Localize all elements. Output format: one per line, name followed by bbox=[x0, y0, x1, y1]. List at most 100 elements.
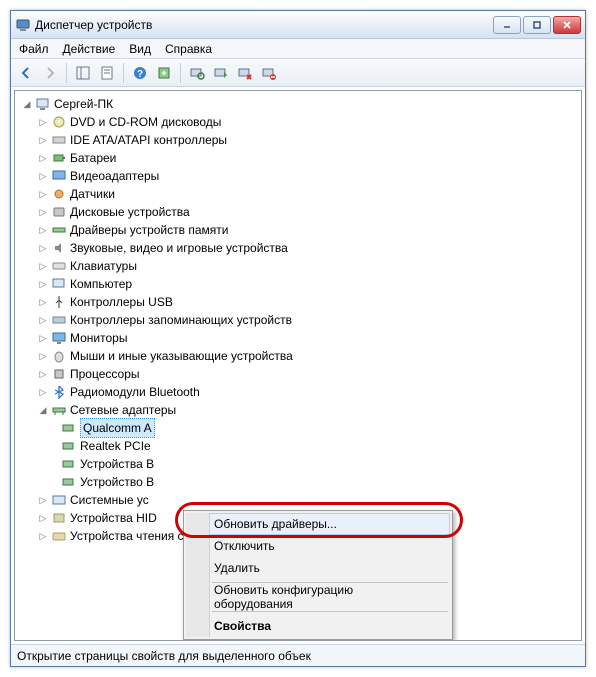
expand-icon[interactable]: ▷ bbox=[35, 528, 51, 544]
device-tree[interactable]: ◢ Сергей-ПК ▷DVD и CD-ROM дисководы ▷IDE… bbox=[14, 90, 582, 641]
tree-root[interactable]: ◢ Сергей-ПК bbox=[15, 95, 581, 113]
menu-action[interactable]: Действие bbox=[63, 42, 116, 56]
ctx-scan-hardware[interactable]: Обновить конфигурацию оборудования bbox=[186, 586, 450, 608]
disable-button[interactable] bbox=[258, 62, 280, 84]
statusbar: Открытие страницы свойств для выделенног… bbox=[11, 644, 585, 666]
svg-text:?: ? bbox=[137, 69, 143, 80]
tree-cat-memdrv[interactable]: ▷Драйверы устройств памяти bbox=[15, 221, 581, 239]
expand-icon[interactable]: ▷ bbox=[35, 150, 51, 166]
collapse-icon[interactable]: ◢ bbox=[19, 96, 35, 112]
expand-icon[interactable]: ▷ bbox=[35, 330, 51, 346]
keyboard-icon bbox=[51, 258, 67, 274]
tree-device-bt2[interactable]: Устройство B bbox=[15, 473, 581, 491]
tree-cat-mouse[interactable]: ▷Мыши и иные указывающие устройства bbox=[15, 347, 581, 365]
tree-cat-monitor[interactable]: ▷Мониторы bbox=[15, 329, 581, 347]
mouse-icon bbox=[51, 348, 67, 364]
tree-cat-disk[interactable]: ▷Дисковые устройства bbox=[15, 203, 581, 221]
tree-cat-battery[interactable]: ▷Батареи bbox=[15, 149, 581, 167]
tree-device-bt1[interactable]: Устройства B bbox=[15, 455, 581, 473]
expand-icon[interactable]: ▷ bbox=[35, 240, 51, 256]
ctx-disable[interactable]: Отключить bbox=[186, 535, 450, 557]
minimize-button[interactable] bbox=[493, 16, 521, 34]
usb-icon bbox=[51, 294, 67, 310]
ctx-update-driver[interactable]: Обновить драйверы... bbox=[186, 513, 450, 535]
context-menu: Обновить драйверы... Отключить Удалить О… bbox=[183, 510, 453, 640]
computer-icon bbox=[51, 276, 67, 292]
display-icon bbox=[51, 168, 67, 184]
expand-icon[interactable]: ▷ bbox=[35, 384, 51, 400]
dvd-icon bbox=[51, 114, 67, 130]
help-button[interactable]: ? bbox=[129, 62, 151, 84]
expand-icon[interactable]: ▷ bbox=[35, 492, 51, 508]
tree-cat-dvd[interactable]: ▷DVD и CD-ROM дисководы bbox=[15, 113, 581, 131]
collapse-icon[interactable]: ◢ bbox=[35, 402, 51, 418]
app-icon bbox=[15, 17, 31, 33]
system-icon bbox=[51, 492, 67, 508]
tree-cat-sensors[interactable]: ▷Датчики bbox=[15, 185, 581, 203]
toolbar: ? bbox=[11, 59, 585, 87]
expand-icon[interactable]: ▷ bbox=[35, 312, 51, 328]
storage-icon bbox=[51, 312, 67, 328]
back-button[interactable] bbox=[15, 62, 37, 84]
hid-icon bbox=[51, 510, 67, 526]
expand-icon[interactable]: ▷ bbox=[35, 258, 51, 274]
show-hide-tree-button[interactable] bbox=[72, 62, 94, 84]
tree-cat-storage[interactable]: ▷Контроллеры запоминающих устройств bbox=[15, 311, 581, 329]
smartcard-icon bbox=[51, 528, 67, 544]
expand-icon[interactable]: ▷ bbox=[35, 222, 51, 238]
tree-cat-ide[interactable]: ▷IDE ATA/ATAPI контроллеры bbox=[15, 131, 581, 149]
network-adapter-icon bbox=[61, 474, 77, 490]
expand-icon[interactable]: ▷ bbox=[35, 276, 51, 292]
network-icon bbox=[51, 402, 67, 418]
tree-cat-computer[interactable]: ▷Компьютер bbox=[15, 275, 581, 293]
titlebar[interactable]: Диспетчер устройств bbox=[11, 11, 585, 39]
network-adapter-icon bbox=[61, 456, 77, 472]
status-text: Открытие страницы свойств для выделенног… bbox=[17, 649, 311, 663]
close-button[interactable] bbox=[553, 16, 581, 34]
bluetooth-icon bbox=[51, 384, 67, 400]
sensor-icon bbox=[51, 186, 67, 202]
network-adapter-icon bbox=[61, 438, 77, 454]
expand-icon[interactable]: ▷ bbox=[35, 186, 51, 202]
tree-cat-network[interactable]: ◢Сетевые адаптеры bbox=[15, 401, 581, 419]
tree-cat-bluetooth[interactable]: ▷Радиомодули Bluetooth bbox=[15, 383, 581, 401]
tree-cat-system[interactable]: ▷Системные ус bbox=[15, 491, 581, 509]
tree-cat-sound[interactable]: ▷Звуковые, видео и игровые устройства bbox=[15, 239, 581, 257]
tree-device-qualcomm[interactable]: Qualcomm A bbox=[15, 419, 581, 437]
expand-icon[interactable]: ▷ bbox=[35, 510, 51, 526]
expand-icon[interactable]: ▷ bbox=[35, 366, 51, 382]
expand-icon[interactable]: ▷ bbox=[35, 132, 51, 148]
expand-icon[interactable]: ▷ bbox=[35, 294, 51, 310]
disk-icon bbox=[51, 204, 67, 220]
tree-cat-cpu[interactable]: ▷Процессоры bbox=[15, 365, 581, 383]
window-title: Диспетчер устройств bbox=[35, 18, 493, 32]
menu-view[interactable]: Вид bbox=[129, 42, 151, 56]
expand-icon[interactable]: ▷ bbox=[35, 348, 51, 364]
uninstall-button[interactable] bbox=[234, 62, 256, 84]
cpu-icon bbox=[51, 366, 67, 382]
tree-root-label: Сергей-ПК bbox=[54, 95, 113, 113]
ctx-uninstall[interactable]: Удалить bbox=[186, 557, 450, 579]
menu-file[interactable]: Файл bbox=[19, 42, 49, 56]
scan-hardware-button[interactable] bbox=[186, 62, 208, 84]
properties-button[interactable] bbox=[96, 62, 118, 84]
ide-icon bbox=[51, 132, 67, 148]
memory-icon bbox=[51, 222, 67, 238]
expand-icon[interactable]: ▷ bbox=[35, 168, 51, 184]
tree-cat-video[interactable]: ▷Видеоадаптеры bbox=[15, 167, 581, 185]
computer-icon bbox=[35, 96, 51, 112]
forward-button[interactable] bbox=[39, 62, 61, 84]
action-button[interactable] bbox=[153, 62, 175, 84]
tree-cat-keyboard[interactable]: ▷Клавиатуры bbox=[15, 257, 581, 275]
tree-cat-usb[interactable]: ▷Контроллеры USB bbox=[15, 293, 581, 311]
menu-help[interactable]: Справка bbox=[165, 42, 212, 56]
menubar: Файл Действие Вид Справка bbox=[11, 39, 585, 59]
battery-icon bbox=[51, 150, 67, 166]
expand-icon[interactable]: ▷ bbox=[35, 204, 51, 220]
tree-device-realtek[interactable]: Realtek PCIe bbox=[15, 437, 581, 455]
maximize-button[interactable] bbox=[523, 16, 551, 34]
update-driver-button[interactable] bbox=[210, 62, 232, 84]
ctx-properties[interactable]: Свойства bbox=[186, 615, 450, 637]
monitor-icon bbox=[51, 330, 67, 346]
expand-icon[interactable]: ▷ bbox=[35, 114, 51, 130]
